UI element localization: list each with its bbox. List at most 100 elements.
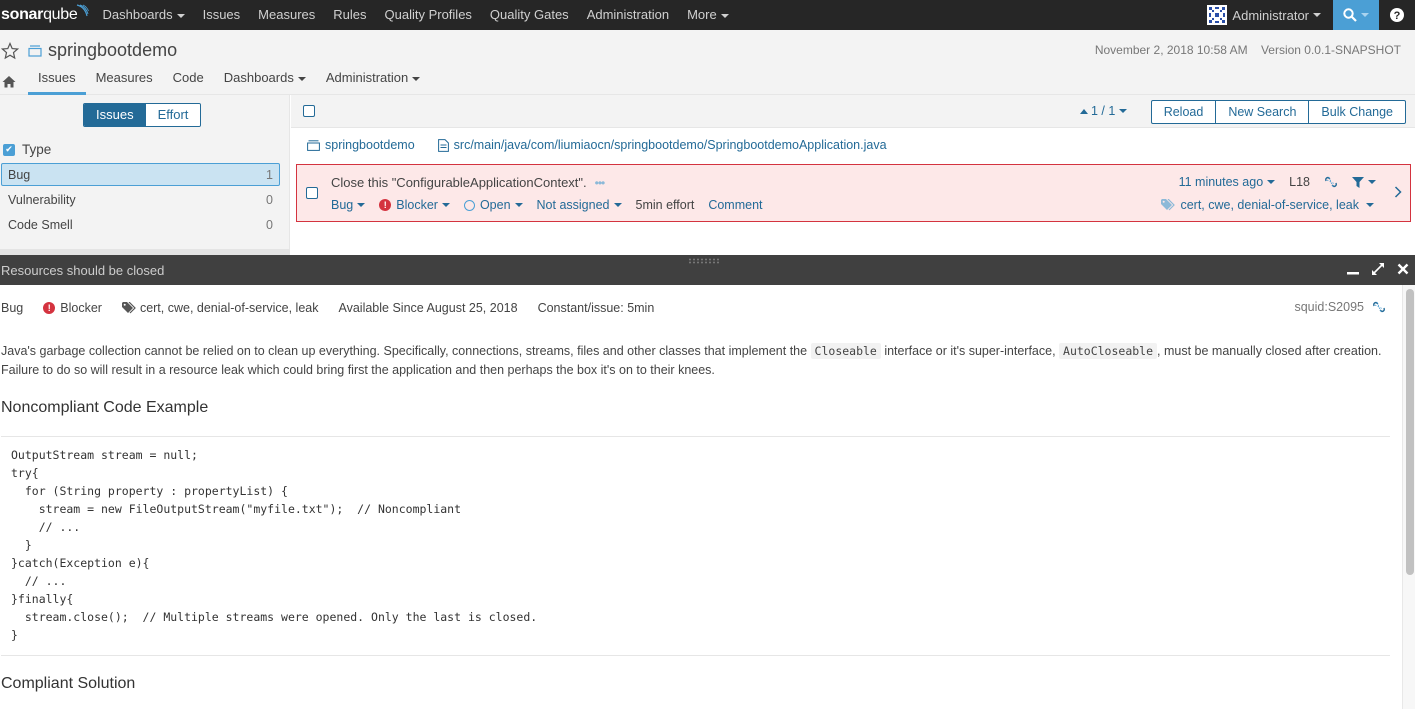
close-icon[interactable] bbox=[1397, 263, 1409, 275]
compliant-heading: Compliant Solution bbox=[1, 675, 136, 692]
facet-item-bug[interactable]: Bug 1 bbox=[1, 163, 280, 186]
user-menu[interactable]: Administrator bbox=[1207, 0, 1333, 30]
search-button[interactable] bbox=[1333, 0, 1379, 30]
rule-severity: ! Blocker bbox=[43, 301, 102, 315]
open-status-icon bbox=[463, 199, 475, 211]
nav-administration[interactable]: Administration bbox=[578, 0, 678, 30]
tags-icon bbox=[1161, 199, 1176, 211]
issue-status-dropdown[interactable]: Open bbox=[463, 198, 523, 212]
tab-dashboards[interactable]: Dashboards bbox=[214, 67, 316, 95]
nav-measures[interactable]: Measures bbox=[249, 0, 324, 30]
chevron-right-icon[interactable] bbox=[1394, 185, 1402, 203]
global-navbar: sonar qube Dashboards Issues Measures Rul… bbox=[0, 0, 1415, 30]
rule-workspace-header: Resources should be closed bbox=[0, 255, 1415, 285]
project-version: Version 0.0.1-SNAPSHOT bbox=[1260, 43, 1401, 57]
divider bbox=[1, 655, 1390, 656]
nav-quality-gates[interactable]: Quality Gates bbox=[481, 0, 578, 30]
caret-down-icon bbox=[297, 76, 306, 81]
issues-toolbar: 1 / 1 Reload New Search Bulk Change bbox=[291, 95, 1415, 128]
permalink-icon[interactable] bbox=[1324, 175, 1338, 189]
help-button[interactable]: ? bbox=[1379, 0, 1415, 30]
rule-available-since: Available Since August 25, 2018 bbox=[338, 301, 518, 315]
comment-link[interactable]: Comment bbox=[708, 198, 762, 212]
nav-rules[interactable]: Rules bbox=[324, 0, 375, 30]
rule-details: Bug ! Blocker cert, cwe, denial-of-servic… bbox=[0, 285, 1402, 709]
caret-down-icon bbox=[720, 13, 729, 18]
caret-down-icon bbox=[613, 203, 622, 207]
permalink-icon[interactable] bbox=[1372, 300, 1386, 314]
home-icon[interactable] bbox=[2, 75, 16, 88]
caret-down-icon bbox=[1361, 13, 1369, 17]
tab-code[interactable]: Code bbox=[163, 67, 214, 95]
issue-line: L18 bbox=[1289, 175, 1310, 189]
issue-severity-dropdown[interactable]: ! Blocker bbox=[379, 198, 450, 212]
issue-age-dropdown[interactable]: 11 minutes ago bbox=[1179, 175, 1276, 189]
bulk-change-button[interactable]: Bulk Change bbox=[1308, 100, 1406, 124]
issues-list-panel: 1 / 1 Reload New Search Bulk Change spri… bbox=[291, 95, 1415, 255]
tab-administration[interactable]: Administration bbox=[316, 67, 430, 95]
issue-type-dropdown[interactable]: Bug bbox=[331, 198, 366, 212]
nav-issues[interactable]: Issues bbox=[194, 0, 250, 30]
rule-scrollbar[interactable] bbox=[1402, 285, 1415, 709]
tab-issues[interactable]: Issues bbox=[28, 67, 86, 95]
help-icon: ? bbox=[1390, 8, 1404, 22]
next-issue-icon[interactable] bbox=[1119, 109, 1128, 113]
reload-button[interactable]: Reload bbox=[1150, 100, 1217, 124]
project-name[interactable]: springbootdemo bbox=[48, 40, 177, 61]
nav-quality-profiles[interactable]: Quality Profiles bbox=[376, 0, 481, 30]
blocker-icon: ! bbox=[43, 302, 56, 314]
logo-waves-icon bbox=[77, 4, 90, 17]
inline-code: Closeable bbox=[810, 343, 881, 359]
caret-down-icon bbox=[514, 203, 523, 207]
mode-issues-button[interactable]: Issues bbox=[84, 104, 146, 126]
select-all-checkbox[interactable] bbox=[303, 105, 315, 117]
issue-assignee-dropdown[interactable]: Not assigned bbox=[537, 198, 622, 212]
facet-item-vulnerability[interactable]: Vulnerability 0 bbox=[1, 188, 280, 211]
minimize-icon[interactable] bbox=[1347, 263, 1359, 275]
filter-icon bbox=[1352, 176, 1364, 188]
resize-handle[interactable] bbox=[688, 258, 720, 264]
nav-more[interactable]: More bbox=[678, 0, 738, 30]
breadcrumb-project[interactable]: springbootdemo bbox=[307, 138, 415, 152]
checkbox-checked-icon[interactable]: ✔ bbox=[3, 143, 15, 156]
project-nav: Issues Measures Code Dashboards Administ… bbox=[0, 67, 430, 95]
divider bbox=[1, 436, 1390, 437]
expand-icon[interactable] bbox=[1371, 262, 1385, 276]
issue-meta-right: 11 minutes ago L18 bbox=[1165, 175, 1376, 189]
tab-measures[interactable]: Measures bbox=[86, 67, 163, 95]
caret-down-icon bbox=[412, 76, 421, 81]
breadcrumb-file[interactable]: src/main/java/com/liumiaocn/springbootde… bbox=[437, 138, 887, 152]
issue-paging: 1 / 1 bbox=[1080, 104, 1128, 118]
mode-toggle: Issues Effort bbox=[83, 103, 202, 127]
facet-item-code-smell[interactable]: Code Smell 0 bbox=[1, 213, 280, 236]
svg-text:?: ? bbox=[1394, 10, 1401, 22]
issue-tags-dropdown[interactable]: cert, cwe, denial-of-service, leak bbox=[1161, 198, 1374, 212]
caret-down-icon bbox=[357, 203, 366, 207]
blocker-icon: ! bbox=[379, 199, 392, 211]
rule-title: Resources should be closed bbox=[1, 263, 165, 278]
facet-type-header[interactable]: ✔ Type bbox=[3, 142, 51, 157]
filter-dropdown[interactable] bbox=[1352, 176, 1376, 188]
tags-icon bbox=[121, 302, 136, 314]
facets-sidebar: Issues Effort ✔ Type Bug 1 Vulnerability… bbox=[0, 95, 290, 255]
caret-down-icon bbox=[1313, 13, 1321, 17]
issue-checkbox[interactable] bbox=[306, 187, 318, 199]
favorite-star-icon[interactable] bbox=[1, 41, 19, 60]
project-icon bbox=[307, 139, 320, 151]
rule-meta: Bug ! Blocker cert, cwe, denial-of-servic… bbox=[1, 301, 674, 315]
rule-tags: cert, cwe, denial-of-service, leak bbox=[121, 301, 318, 315]
caret-down-icon bbox=[1267, 180, 1276, 184]
toolbar-buttons: Reload New Search Bulk Change bbox=[1150, 100, 1406, 124]
breadcrumb: springbootdemo src/main/java/com/liumiao… bbox=[307, 138, 910, 152]
previous-issue-icon[interactable] bbox=[1080, 108, 1088, 114]
sonarqube-logo[interactable]: sonar qube bbox=[0, 0, 90, 30]
more-actions-icon[interactable]: ••• bbox=[595, 176, 606, 190]
nav-dashboards[interactable]: Dashboards bbox=[93, 0, 193, 30]
avatar bbox=[1207, 5, 1228, 25]
mode-effort-button[interactable]: Effort bbox=[145, 104, 201, 126]
issue-message[interactable]: Close this "ConfigurableApplicationConte… bbox=[331, 175, 606, 190]
new-search-button[interactable]: New Search bbox=[1215, 100, 1310, 124]
workspace-actions bbox=[1347, 262, 1409, 276]
scrollbar-thumb[interactable] bbox=[1406, 289, 1414, 575]
issue-row[interactable]: Close this "ConfigurableApplicationConte… bbox=[296, 164, 1411, 222]
